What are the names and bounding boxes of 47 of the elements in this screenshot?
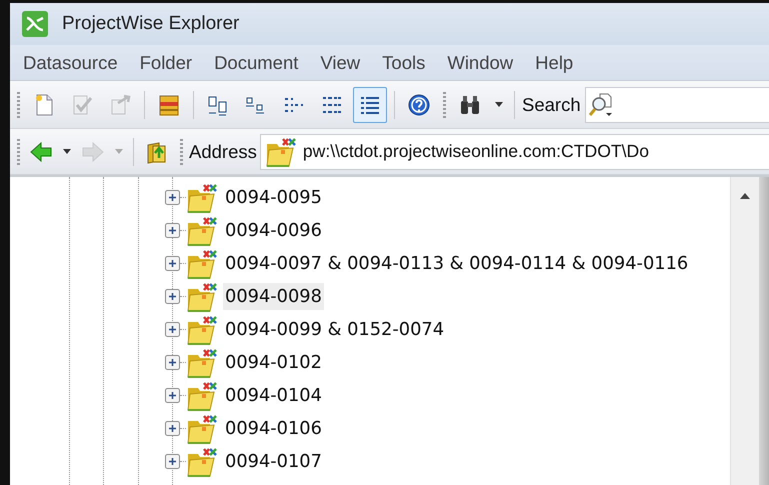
folder-icon xyxy=(186,248,218,280)
app-logo-icon xyxy=(22,11,48,37)
expand-icon[interactable] xyxy=(165,256,180,271)
expand-icon[interactable] xyxy=(165,388,180,403)
menu-item[interactable]: Help xyxy=(524,52,584,74)
menu-item[interactable]: Window xyxy=(436,52,524,74)
folder-icon xyxy=(186,346,218,378)
scroll-up-arrow-icon[interactable] xyxy=(740,193,750,199)
tree-item[interactable]: 0094-0097 & 0094-0113 & 0094-0114 & 0094-0116 xyxy=(223,250,690,277)
tree-item[interactable]: 0094-0096 xyxy=(223,217,324,244)
tree-item[interactable]: 0094-0095 xyxy=(223,184,324,211)
folder-icon xyxy=(186,412,218,444)
expand-icon[interactable] xyxy=(165,190,180,205)
folder-icon xyxy=(186,182,218,214)
folder-icon xyxy=(186,214,218,246)
menu-item[interactable]: Document xyxy=(203,52,310,74)
menu-item[interactable]: View xyxy=(309,52,372,74)
window-title: ProjectWise Explorer xyxy=(62,13,240,35)
tree-item[interactable]: 0094-0098 xyxy=(223,283,324,310)
search-icon[interactable] xyxy=(588,92,614,118)
expand-icon[interactable] xyxy=(165,355,180,370)
expand-icon[interactable] xyxy=(165,454,180,469)
expand-icon[interactable] xyxy=(165,322,180,337)
search-label: Search xyxy=(522,94,581,116)
menu-item[interactable]: Folder xyxy=(128,52,204,74)
folder-icon xyxy=(186,446,218,478)
dropdown-caret-icon[interactable] xyxy=(63,149,71,154)
expand-icon[interactable] xyxy=(165,223,180,238)
expand-icon[interactable] xyxy=(165,289,180,304)
tree-item[interactable]: 0094-0107 xyxy=(223,448,324,475)
search-field[interactable] xyxy=(584,86,769,122)
tree-item[interactable]: 0094-0099 & 0152-0074 xyxy=(223,316,446,343)
menu-item[interactable]: Tools xyxy=(371,52,436,74)
address-label: Address xyxy=(189,140,257,162)
folder-icon xyxy=(186,380,218,412)
expand-icon[interactable] xyxy=(165,421,180,436)
menu-item[interactable]: Datasource xyxy=(12,52,129,74)
tree-item[interactable]: 0094-0106 xyxy=(223,415,324,442)
folder-icon xyxy=(186,314,218,346)
details-view-icon[interactable] xyxy=(353,86,387,122)
folder-icon xyxy=(186,280,218,312)
tree-item[interactable]: 0094-0102 xyxy=(223,349,324,376)
tree-item[interactable]: 0094-0104 xyxy=(223,382,324,409)
folder-icon xyxy=(264,136,297,168)
address-field[interactable]: pw:\\ctdot.projectwiseonline.com:CTDOT\Do xyxy=(260,134,769,170)
scrollbar[interactable] xyxy=(730,177,759,485)
dropdown-caret-icon[interactable] xyxy=(495,102,503,107)
